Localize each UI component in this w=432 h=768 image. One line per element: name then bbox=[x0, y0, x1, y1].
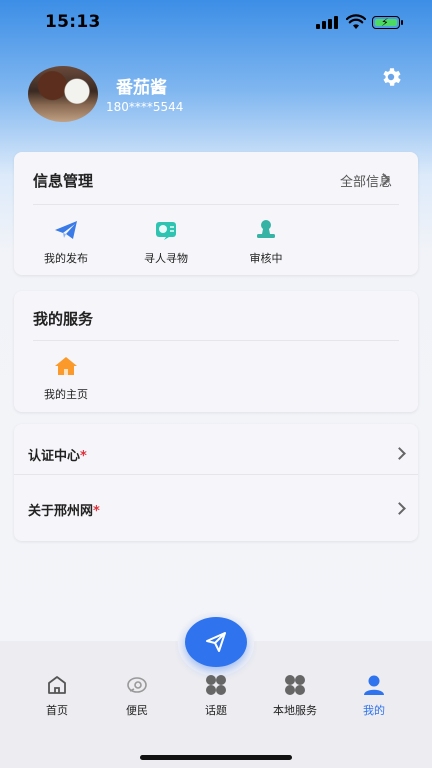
under-review-label: 审核中 bbox=[249, 252, 283, 265]
chevron-right-icon bbox=[393, 447, 406, 460]
divider bbox=[33, 340, 399, 341]
cellular-signal-icon bbox=[316, 16, 338, 29]
user-icon bbox=[364, 675, 384, 695]
profile-name: 番茄酱 bbox=[116, 78, 167, 98]
about-row[interactable]: 关于邢州网* bbox=[14, 481, 406, 535]
tab-topics-label: 话题 bbox=[205, 704, 227, 717]
divider bbox=[14, 474, 418, 475]
under-review-item[interactable]: 审核中 bbox=[221, 219, 311, 266]
my-services-title: 我的服务 bbox=[33, 310, 94, 328]
tab-local-services-label: 本地服务 bbox=[273, 704, 317, 717]
chevron-right-icon bbox=[393, 502, 406, 515]
tab-local-services[interactable]: 本地服务 bbox=[255, 674, 335, 718]
gear-icon[interactable] bbox=[379, 65, 403, 89]
profile-phone: 180****5544 bbox=[106, 100, 184, 114]
status-bar: 15:13 ⚡ bbox=[0, 0, 432, 44]
my-homepage-item[interactable]: 我的主页 bbox=[21, 355, 111, 402]
certification-center-row[interactable]: 认证中心* bbox=[14, 426, 406, 480]
my-posts-item[interactable]: 我的发布 bbox=[21, 219, 111, 266]
wifi-icon bbox=[346, 14, 366, 29]
my-services-card: 我的服务 我的主页 bbox=[14, 291, 418, 412]
search-people-icon bbox=[156, 222, 176, 240]
avatar[interactable] bbox=[28, 66, 98, 122]
status-time: 15:13 bbox=[45, 12, 101, 32]
tab-mine[interactable]: 我的 bbox=[334, 674, 414, 718]
lost-found-item[interactable]: 寻人寻物 bbox=[121, 219, 211, 266]
battery-charging-icon: ⚡ bbox=[372, 16, 403, 29]
home-icon bbox=[55, 357, 77, 375]
my-posts-label: 我的发布 bbox=[44, 252, 88, 265]
about-label: 关于邢州网* bbox=[28, 504, 100, 519]
clover-icon bbox=[206, 675, 226, 695]
info-management-card: 信息管理 全部信息 我的发布 寻人寻物 审核中 bbox=[14, 152, 418, 275]
my-homepage-label: 我的主页 bbox=[44, 388, 88, 401]
home-indicator bbox=[140, 755, 292, 760]
review-stamp-icon bbox=[257, 220, 275, 238]
info-management-title: 信息管理 bbox=[33, 172, 94, 190]
clover-icon bbox=[285, 675, 305, 695]
tab-convenience[interactable]: 便民 bbox=[97, 674, 177, 718]
send-icon bbox=[206, 632, 226, 652]
lost-found-label: 寻人寻物 bbox=[144, 252, 188, 265]
publish-fab-button[interactable] bbox=[185, 617, 247, 667]
tab-home-label: 首页 bbox=[46, 704, 68, 717]
tab-mine-label: 我的 bbox=[363, 704, 385, 717]
tab-home[interactable]: 首页 bbox=[17, 674, 97, 718]
divider bbox=[33, 204, 399, 205]
tab-convenience-label: 便民 bbox=[126, 704, 148, 717]
paper-plane-icon bbox=[55, 221, 77, 239]
convenience-icon bbox=[127, 677, 147, 693]
certification-center-label: 认证中心* bbox=[28, 449, 87, 464]
home-outline-icon bbox=[48, 676, 66, 694]
tab-topics[interactable]: 话题 bbox=[176, 674, 256, 718]
